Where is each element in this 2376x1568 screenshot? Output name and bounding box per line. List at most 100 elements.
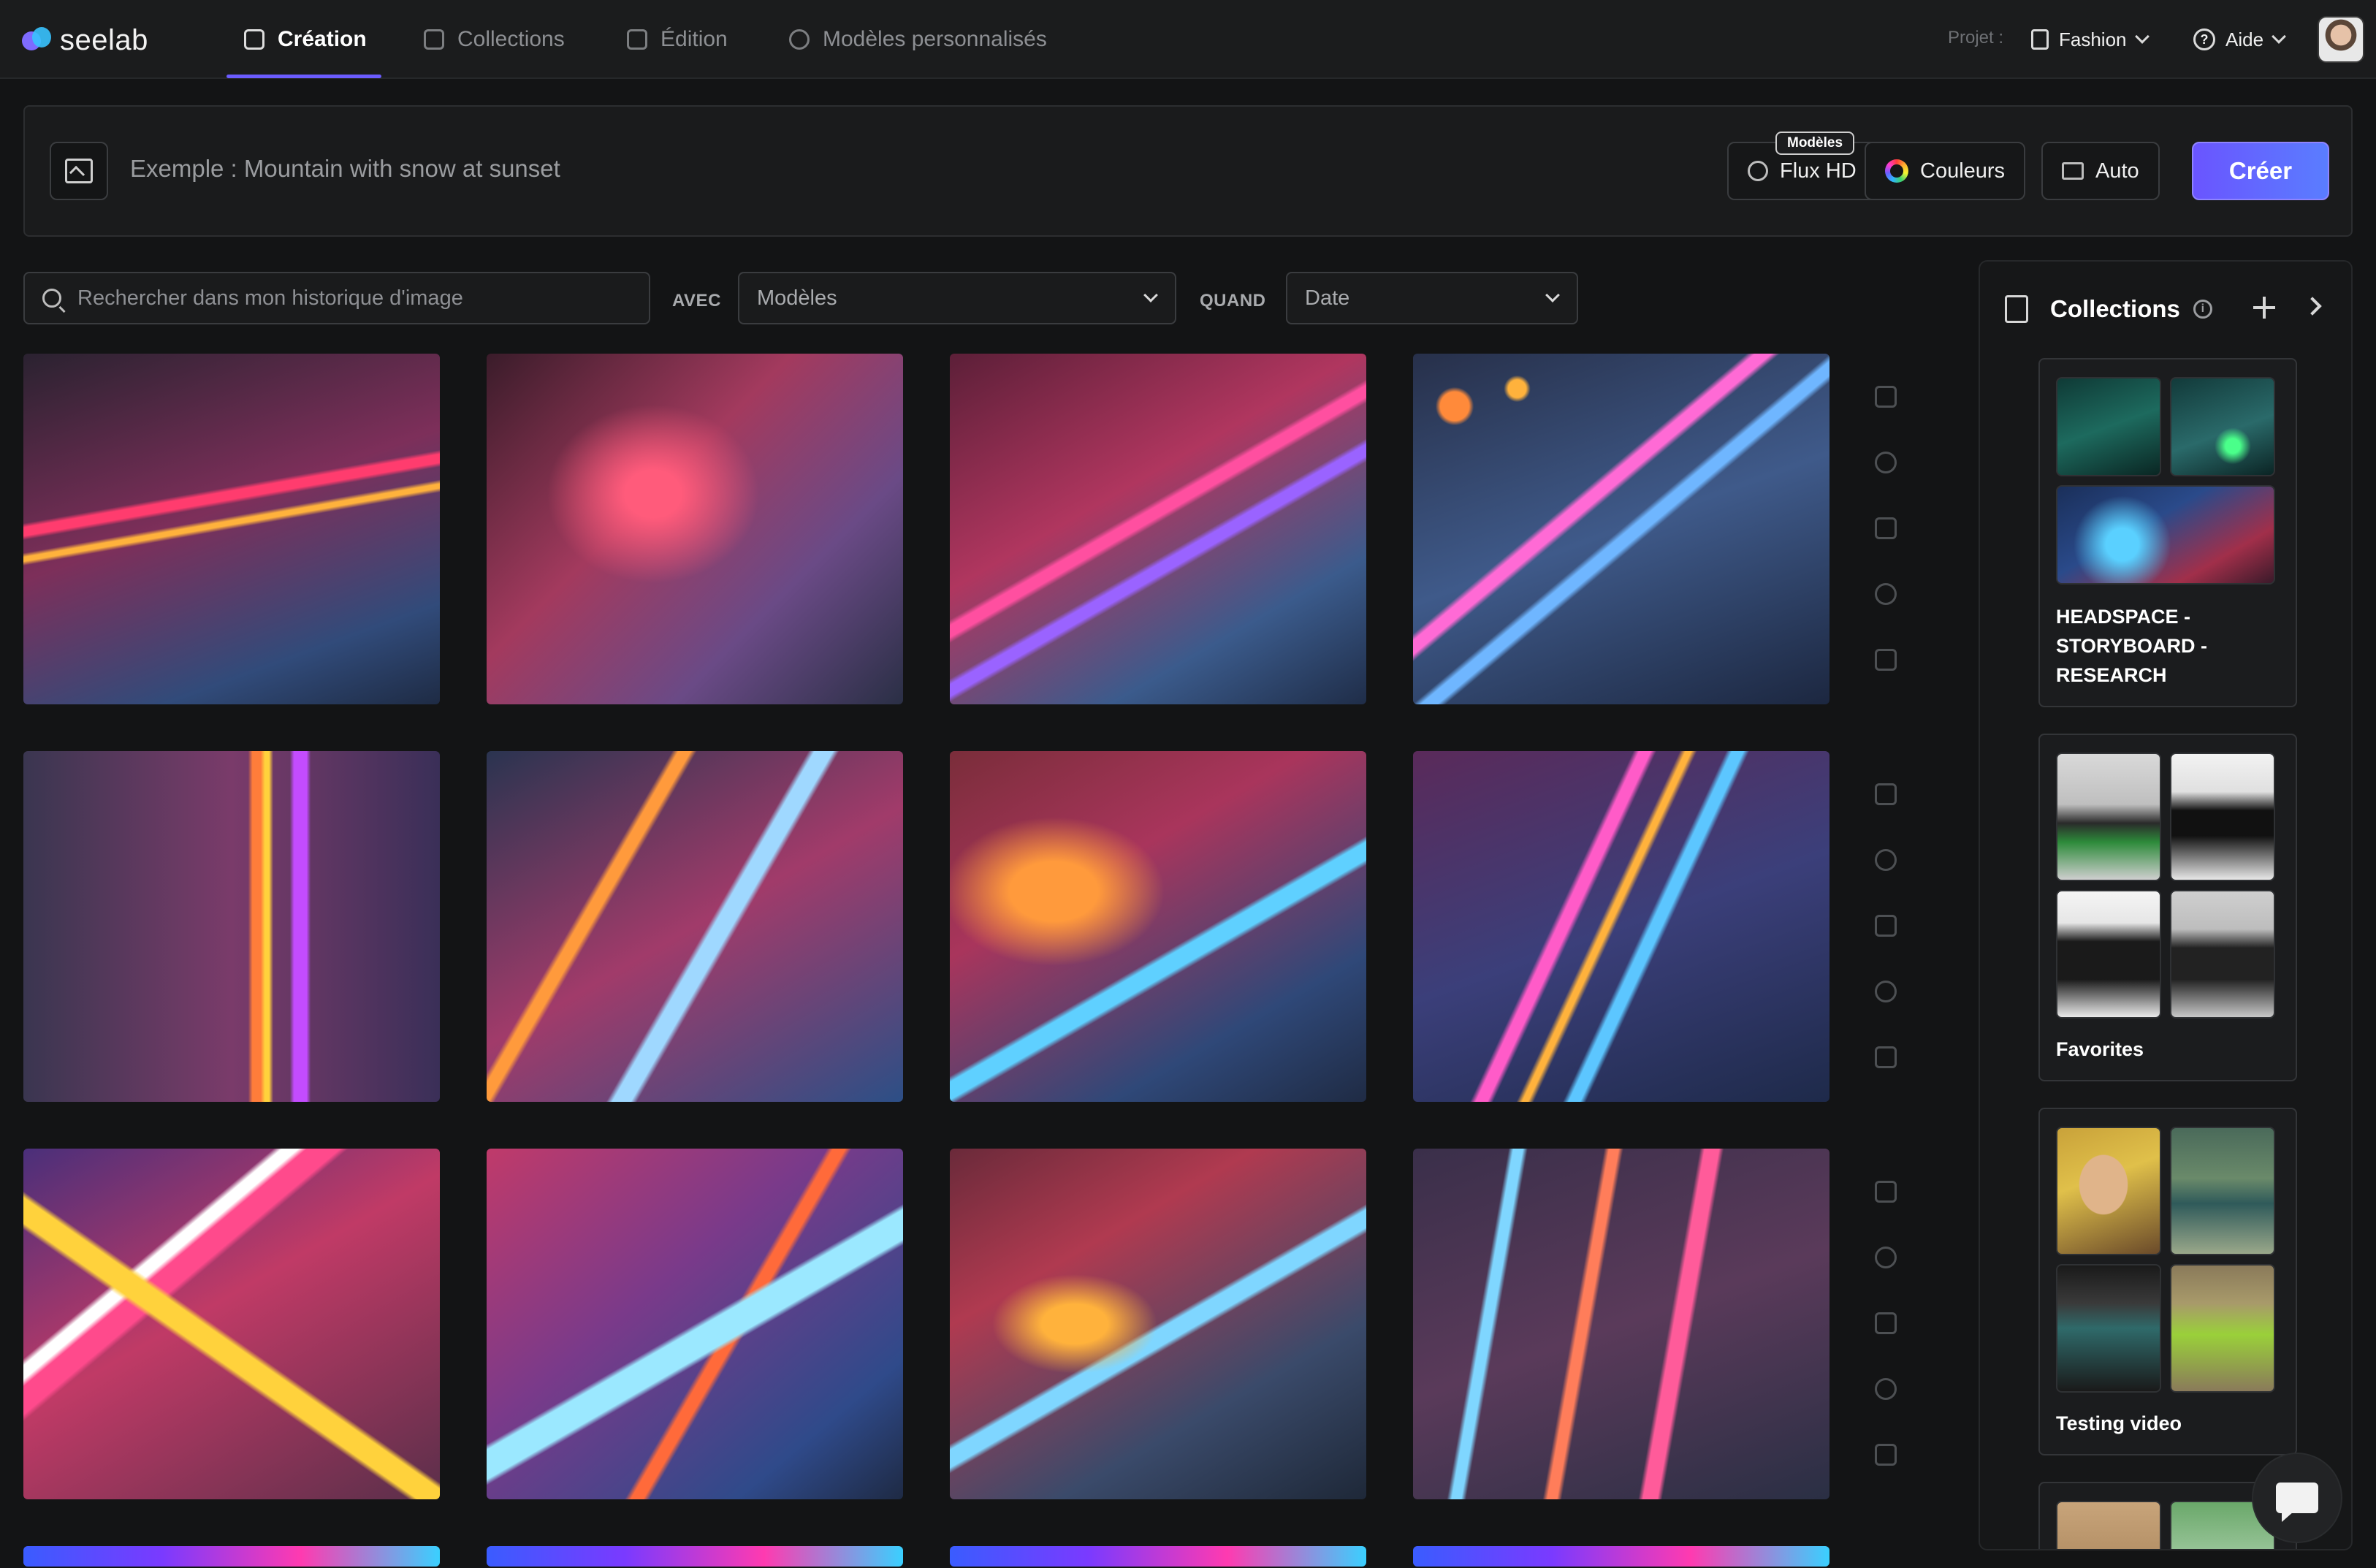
magic-edit-icon: [627, 29, 647, 50]
collection-thumbnail: [2170, 377, 2275, 476]
seelab-logo-icon: [22, 27, 53, 53]
chevron-right-icon[interactable]: [2303, 297, 2322, 316]
chevron-down-icon: [1143, 288, 1158, 302]
clipboard-icon[interactable]: [1875, 517, 1897, 539]
add-collection-icon[interactable]: [2253, 297, 2275, 319]
help-menu[interactable]: ? Aide: [2193, 22, 2286, 57]
timer-icon[interactable]: [1875, 783, 1897, 805]
generated-image[interactable]: [1413, 751, 1829, 1102]
fingerprint-icon[interactable]: [1875, 849, 1897, 871]
fingerprint-icon[interactable]: [1875, 1247, 1897, 1268]
chevron-down-icon: [2272, 29, 2286, 44]
generated-image[interactable]: [23, 1149, 440, 1499]
seelab-logo[interactable]: seelab: [22, 22, 148, 58]
project-book-icon: [2031, 29, 2049, 50]
project-select[interactable]: Fashion: [2031, 22, 2150, 57]
generated-image[interactable]: [487, 354, 903, 704]
generated-image[interactable]: [23, 354, 440, 704]
generated-image[interactable]: [23, 751, 440, 1102]
colors-button-label: Couleurs: [1920, 159, 2006, 183]
clipboard-icon[interactable]: [1875, 1312, 1897, 1334]
date-filter-value: Date: [1305, 286, 1350, 310]
active-tab-indicator: [226, 75, 381, 78]
colors-button[interactable]: Couleurs: [1865, 142, 2026, 200]
trash-icon[interactable]: [1875, 649, 1897, 671]
search-icon: [42, 289, 61, 308]
generated-image[interactable]: [1413, 1546, 1829, 1567]
ratio-button[interactable]: Auto: [2041, 142, 2160, 200]
chat-bubble-icon: [2276, 1483, 2318, 1522]
generated-image[interactable]: [487, 1149, 903, 1499]
tab-custom-models-label: Modèles personnalisés: [823, 27, 1047, 51]
user-avatar[interactable]: [2318, 16, 2364, 63]
tab-creation-label: Création: [278, 27, 367, 51]
generated-image[interactable]: [487, 751, 903, 1102]
tab-edition-label: Édition: [660, 27, 728, 51]
collections-icon: [2005, 295, 2028, 323]
generated-image[interactable]: [950, 1149, 1366, 1499]
tab-edition[interactable]: Édition: [627, 0, 728, 79]
fingerprint-icon[interactable]: [1875, 452, 1897, 473]
tab-custom-models[interactable]: Modèles personnalisés: [789, 0, 1047, 79]
date-filter-select[interactable]: Date: [1286, 272, 1578, 324]
collections-panel: Collections i HEADSPACE - STORYBOARD - R…: [1979, 260, 2353, 1550]
chat-support-button[interactable]: [2253, 1454, 2341, 1542]
model-button-label: Flux HD: [1780, 159, 1857, 183]
chevron-down-icon: [1545, 288, 1560, 302]
fingerprint-icon: [789, 29, 810, 50]
collection-name: Favorites: [2056, 1038, 2144, 1060]
collection-thumbnail: [2056, 377, 2161, 476]
tab-collections[interactable]: Collections: [424, 0, 565, 79]
timer-icon[interactable]: [1875, 386, 1897, 408]
prompt-input[interactable]: Exemple : Mountain with snow at sunset: [130, 155, 560, 183]
image-edit-icon: [244, 29, 264, 50]
color-wheel-icon: [1885, 159, 1908, 183]
generated-image[interactable]: [950, 354, 1366, 704]
models-filter-value: Modèles: [757, 286, 837, 310]
clipboard-icon[interactable]: [1875, 915, 1897, 937]
collection-name: HEADSPACE - STORYBOARD - RESEARCH: [2056, 606, 2208, 686]
mask-icon[interactable]: [1875, 981, 1897, 1002]
collection-thumbnail: [2056, 1127, 2161, 1255]
generated-image[interactable]: [950, 1546, 1366, 1567]
help-circle-icon: ?: [2193, 28, 2215, 50]
tab-creation[interactable]: Création: [244, 0, 367, 79]
generated-image[interactable]: [487, 1546, 903, 1567]
models-filter-select[interactable]: Modèles: [738, 272, 1176, 324]
with-label: AVEC: [672, 291, 721, 311]
collection-thumbnail: [2056, 1264, 2161, 1393]
generated-image[interactable]: [950, 751, 1366, 1102]
project-value: Fashion: [2059, 28, 2127, 50]
app-name: seelab: [60, 23, 148, 56]
generated-image[interactable]: [1413, 1149, 1829, 1499]
history-search-input[interactable]: Rechercher dans mon historique d'image: [23, 272, 650, 324]
trash-icon[interactable]: [1875, 1046, 1897, 1068]
collection-thumbnail: [2056, 753, 2161, 881]
image-upload-button[interactable]: [50, 142, 108, 200]
collections-title: Collections: [2050, 295, 2180, 322]
help-label: Aide: [2225, 28, 2264, 50]
timer-icon[interactable]: [1875, 1181, 1897, 1203]
collection-thumbnail: [2170, 890, 2275, 1019]
ratio-button-label: Auto: [2095, 159, 2139, 183]
collection-card[interactable]: Favorites: [2038, 734, 2297, 1081]
mask-icon[interactable]: [1875, 583, 1897, 605]
collection-thumbnail: [2170, 1264, 2275, 1393]
info-icon[interactable]: i: [2193, 300, 2212, 319]
tab-collections-label: Collections: [457, 27, 565, 51]
collection-card[interactable]: HEADSPACE - STORYBOARD - RESEARCH: [2038, 358, 2297, 707]
top-navigation-bar: seelab Création Collections Édition Modè…: [0, 0, 2376, 79]
collection-thumbnail: [2170, 753, 2275, 881]
trash-icon[interactable]: [1875, 1444, 1897, 1466]
collection-card[interactable]: Testing video: [2038, 1108, 2297, 1455]
chevron-down-icon: [2134, 29, 2150, 44]
create-button[interactable]: Créer: [2192, 142, 2329, 200]
collection-thumbnail: [2170, 1127, 2275, 1255]
search-placeholder: Rechercher dans mon historique d'image: [77, 286, 463, 310]
mask-icon[interactable]: [1875, 1378, 1897, 1400]
generated-image[interactable]: [23, 1546, 440, 1567]
image-upload-icon: [65, 159, 93, 183]
when-label: QUAND: [1200, 291, 1266, 311]
collection-thumbnail: [2056, 485, 2275, 585]
generated-image[interactable]: [1413, 354, 1829, 704]
